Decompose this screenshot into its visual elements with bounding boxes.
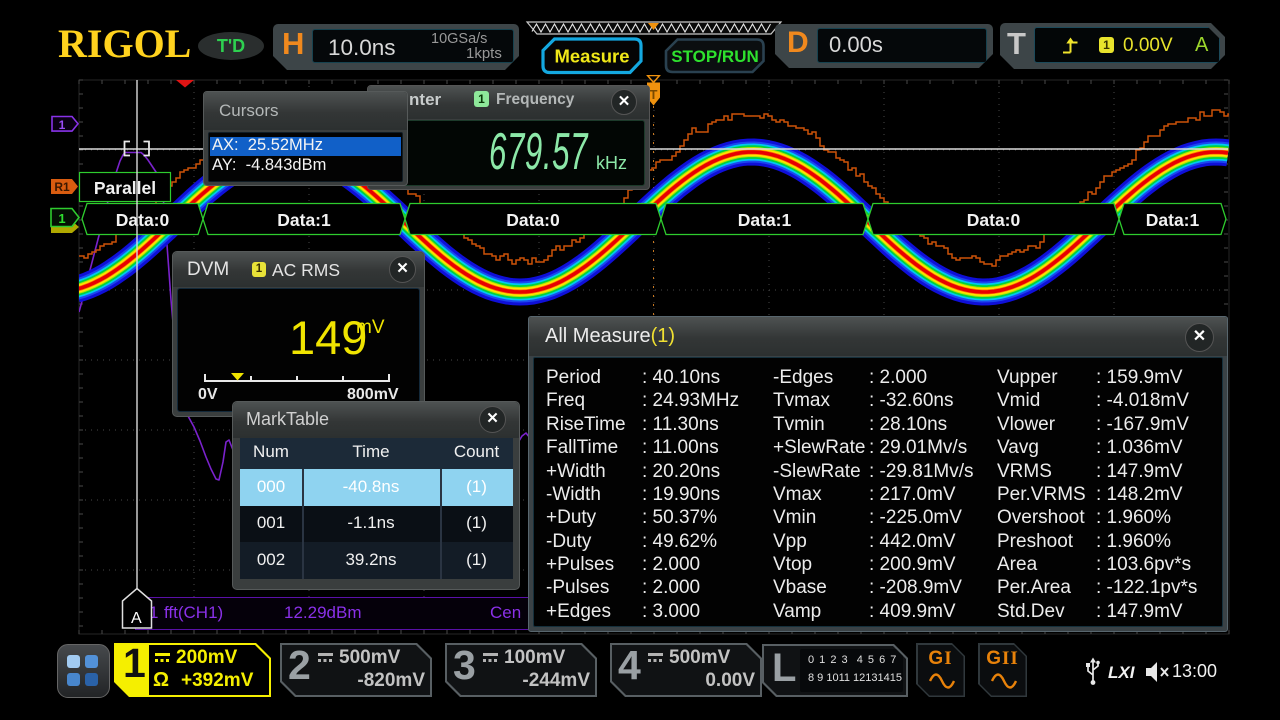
svg-text:Measure: Measure: [554, 46, 629, 67]
svg-text:STOP/RUN: STOP/RUN: [671, 47, 759, 66]
svg-text:R1: R1: [54, 180, 70, 194]
svg-text:Data:1: Data:1: [277, 210, 331, 230]
svg-text:Data:0: Data:0: [506, 210, 560, 230]
svg-text:T: T: [650, 87, 658, 102]
svg-text:Data:0: Data:0: [967, 210, 1021, 230]
svg-text:LXI: LXI: [1108, 663, 1136, 682]
svg-text:0V: 0V: [198, 386, 218, 403]
svg-text:Parallel: Parallel: [94, 178, 156, 198]
svg-text:A: A: [131, 610, 142, 627]
svg-text:Data:0: Data:0: [116, 210, 170, 230]
svg-text:1: 1: [58, 211, 65, 226]
svg-text:Data:1: Data:1: [1146, 210, 1200, 230]
svg-text:1: 1: [59, 118, 66, 132]
svg-text:Data:1: Data:1: [738, 210, 792, 230]
